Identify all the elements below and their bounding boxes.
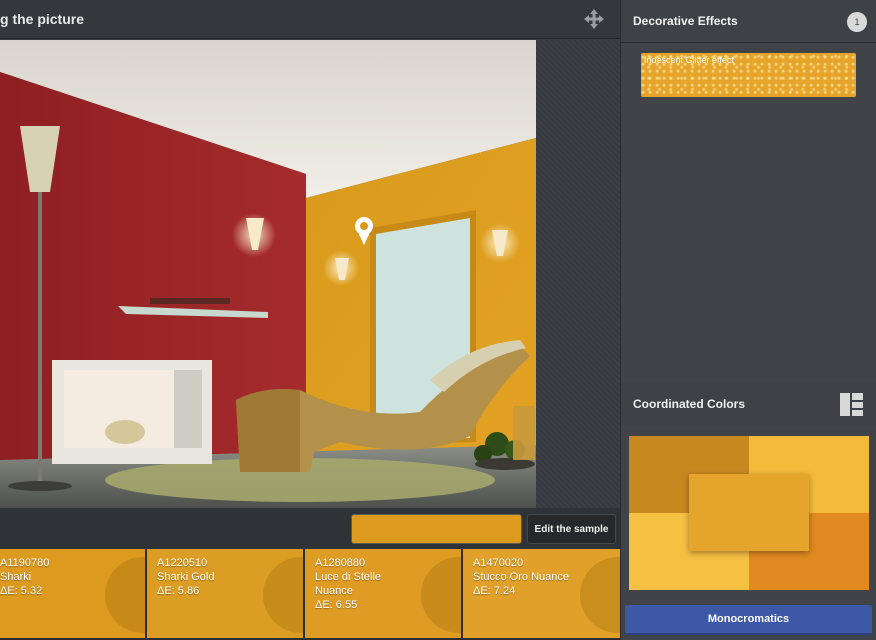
edit-sample-button[interactable]: Edit the sample <box>527 514 616 544</box>
sidebar: Decorative Effects 1 Indescent Glitter e… <box>620 0 876 640</box>
glitter-effect-swatch[interactable]: Indescent Glitter effect <box>641 53 856 97</box>
card-circle-decoration <box>580 557 620 633</box>
coordinated-colors-header: Coordinated Colors <box>621 383 876 426</box>
picture-viewport <box>0 40 620 508</box>
color-name-line2: Nuance <box>315 585 353 597</box>
color-card[interactable]: A1190780 Sharki ΔE: 5.32 <box>0 549 145 638</box>
color-code: A1220510 <box>157 557 208 569</box>
delta-e: ΔE: 6.55 <box>315 599 358 611</box>
sample-bar: Edit the sample <box>0 508 620 549</box>
move-arrows-icon[interactable] <box>583 8 605 30</box>
color-code: A1470020 <box>473 557 524 569</box>
room-photo[interactable] <box>0 40 536 508</box>
decorative-effects-header: Decorative Effects 1 <box>621 0 876 43</box>
effect-label: Indescent Glitter effect <box>644 55 734 65</box>
decorative-effects-title: Decorative Effects <box>633 14 738 28</box>
room-illustration <box>0 40 536 508</box>
decorative-effects-list: Indescent Glitter effect <box>621 43 876 383</box>
coordinated-colors-panel: Monocromatics <box>621 425 876 640</box>
delta-e: ΔE: 5.32 <box>0 585 43 597</box>
color-name: Stucco Oro Nuance <box>473 571 569 583</box>
app-root: g the picture Edit the sample A1190780 S… <box>0 0 876 640</box>
coordinated-colors-title: Coordinated Colors <box>633 397 746 411</box>
color-code: A1280880 <box>315 557 366 569</box>
picture-panel: g the picture Edit the sample A1190780 S… <box>0 0 620 640</box>
monocromatics-button[interactable]: Monocromatics <box>625 605 872 635</box>
card-circle-decoration <box>263 557 303 633</box>
color-card[interactable]: A1470020 Stucco Oro Nuance ΔE: 7.24 <box>463 549 620 638</box>
color-results: A1190780 Sharki ΔE: 5.32 A1220510 Sharki… <box>0 549 620 640</box>
color-card[interactable]: A1220510 Sharki Gold ΔE: 5.86 <box>147 549 303 638</box>
color-name: Sharki <box>0 571 32 583</box>
card-circle-decoration <box>105 557 145 633</box>
layout-grid-icon[interactable] <box>840 393 863 416</box>
delta-e: ΔE: 7.24 <box>473 585 516 597</box>
color-name: Luce di Stelle <box>315 571 382 583</box>
effects-count-badge: 1 <box>847 12 867 32</box>
color-block-center <box>689 474 809 551</box>
color-name: Sharki Gold <box>157 571 215 583</box>
card-circle-decoration <box>421 557 461 633</box>
picture-header: g the picture <box>0 0 620 39</box>
color-card[interactable]: A1280880 Luce di Stelle Nuance ΔE: 6.55 <box>305 549 461 638</box>
color-code: A1190780 <box>0 557 50 569</box>
coordinated-color-scheme[interactable] <box>629 436 869 590</box>
picture-title: g the picture <box>0 11 85 27</box>
sample-color-swatch <box>351 514 522 544</box>
delta-e: ΔE: 5.86 <box>157 585 200 597</box>
